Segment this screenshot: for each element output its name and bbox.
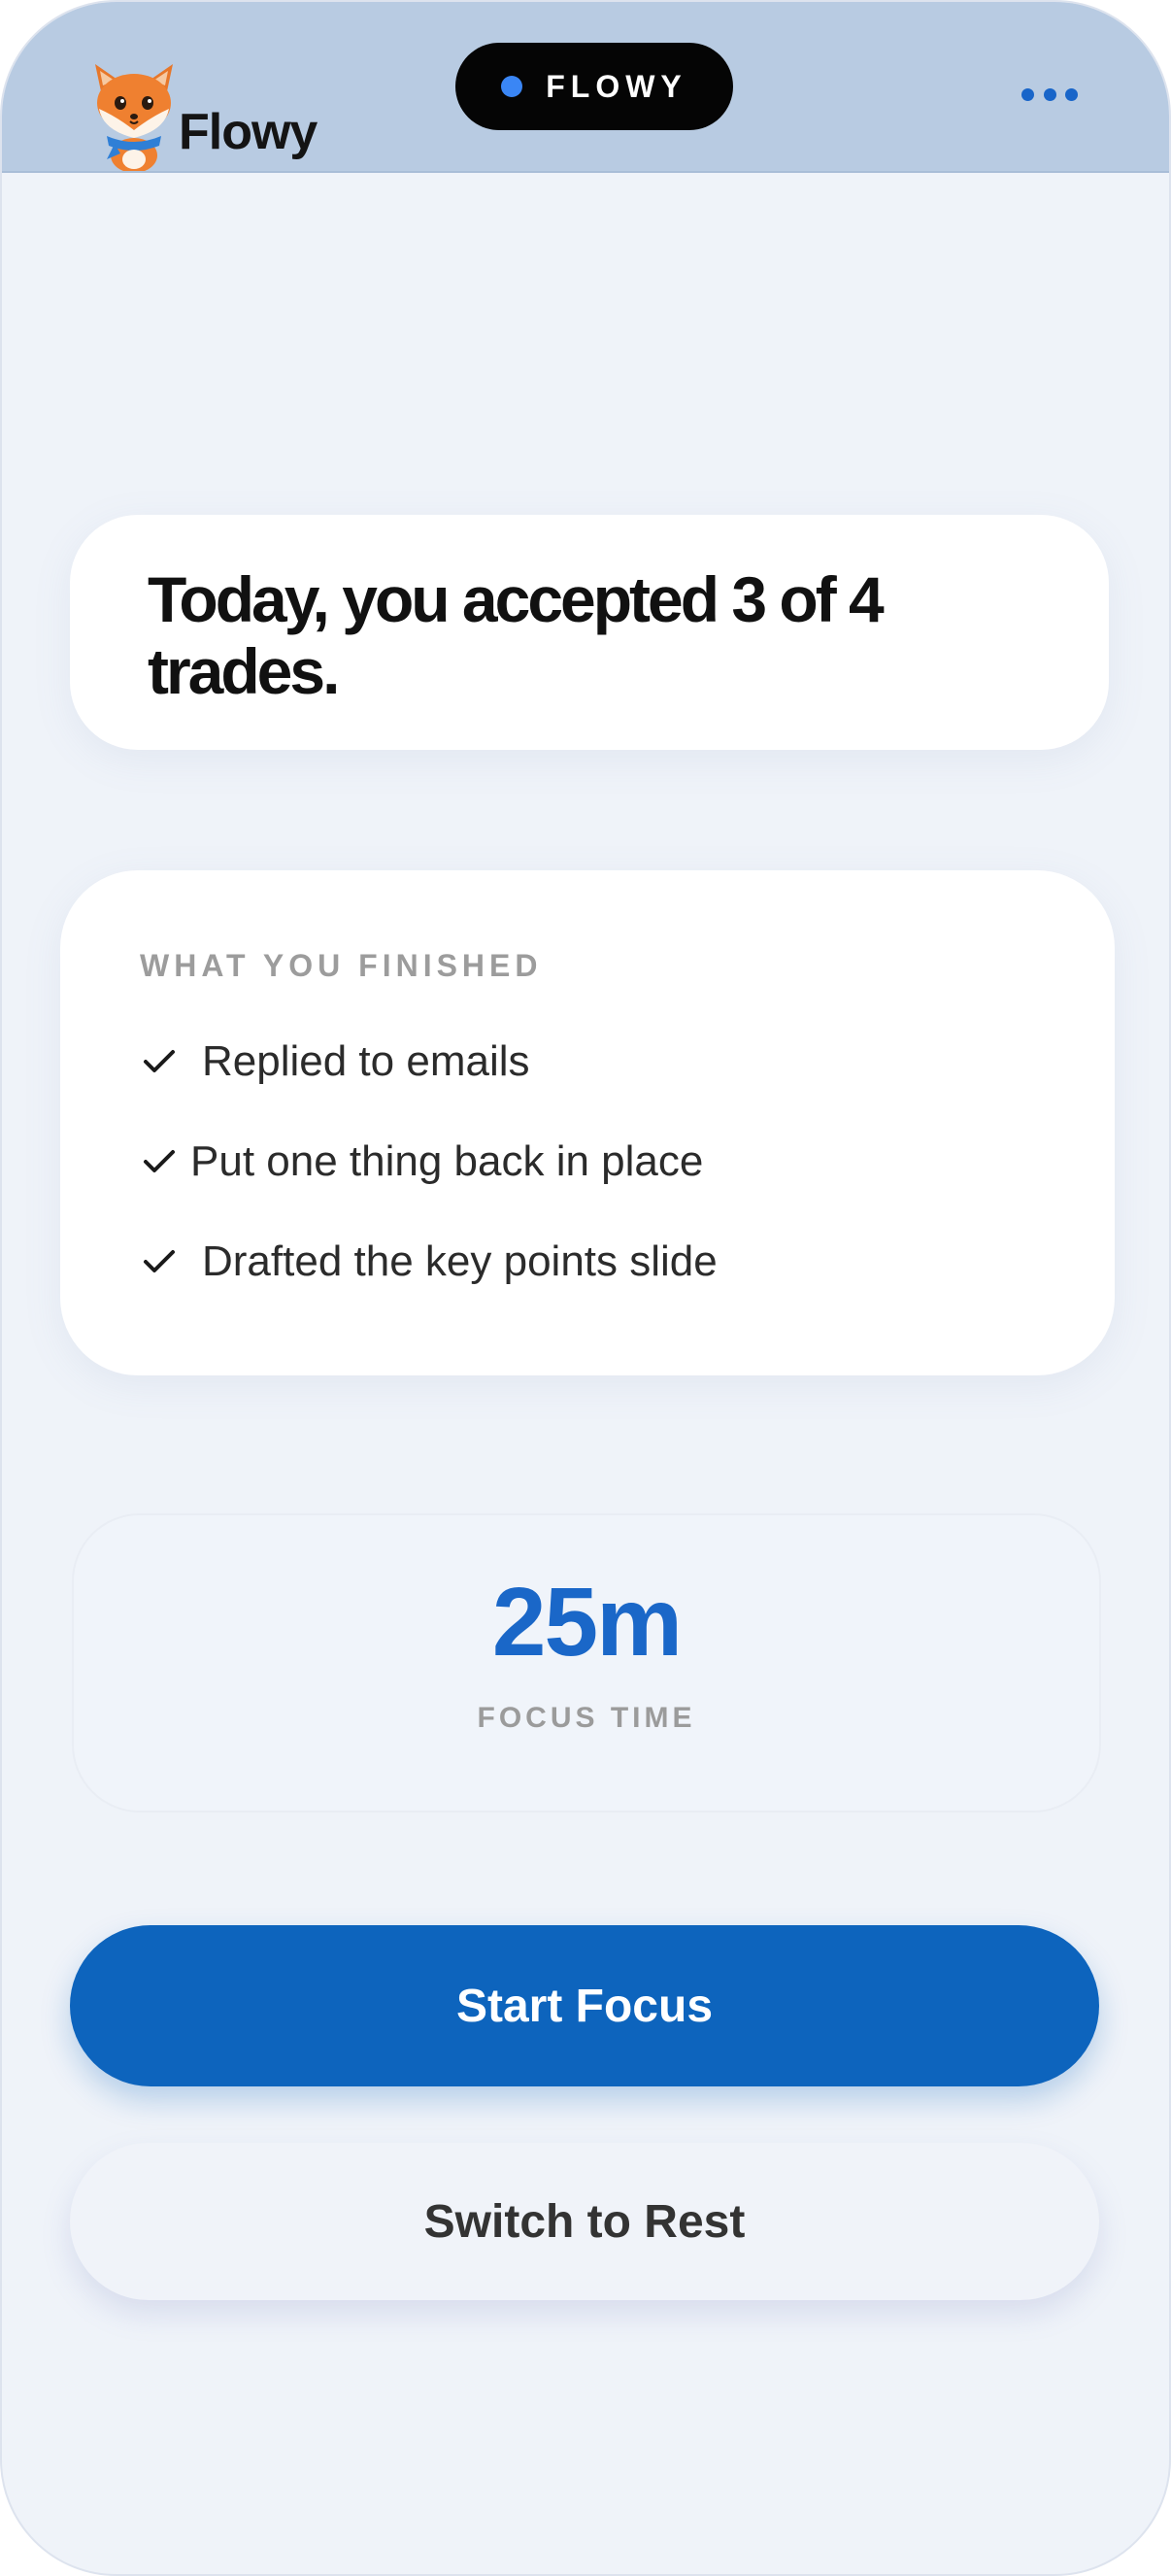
list-item-label: Replied to emails <box>202 1037 530 1085</box>
focus-time-card: 25m FOCUS TIME <box>72 1513 1101 1813</box>
list-item-label: Drafted the key points slide <box>202 1237 718 1285</box>
check-icon <box>144 1050 175 1072</box>
dynamic-island: FLOWY <box>455 43 733 130</box>
finished-card: WHAT YOU FINISHED Replied to emails Put … <box>60 870 1115 1375</box>
list-item: Replied to emails <box>142 1037 530 1086</box>
focus-time-label: FOCUS TIME <box>477 1702 696 1734</box>
dot <box>1043 87 1056 101</box>
fox-mascot-icon <box>95 64 173 171</box>
app-screen: Flowy FLOWY Today, you accepted 3 of 4 t… <box>0 0 1171 2576</box>
dot <box>1021 87 1034 101</box>
summary-text: Today, you accepted 3 of 4 trades. <box>148 563 885 707</box>
dot <box>1065 87 1078 101</box>
list-item: Drafted the key points slide <box>142 1237 718 1286</box>
more-dots-icon[interactable] <box>1021 80 1078 109</box>
island-label: FLOWY <box>546 68 687 104</box>
switch-to-rest-button[interactable]: Switch to Rest <box>70 2143 1099 2300</box>
list-item-label: Put one thing back in place <box>190 1137 704 1185</box>
start-focus-button[interactable]: Start Focus <box>70 1925 1099 2086</box>
summary-card: Today, you accepted 3 of 4 trades. <box>70 515 1109 750</box>
list-item: Put one thing back in place <box>142 1137 703 1186</box>
brand-name: Flowy <box>179 104 318 160</box>
status-dot <box>501 76 523 97</box>
check-icon <box>144 1250 175 1272</box>
focus-time-value: 25m <box>491 1568 683 1677</box>
app-header: Flowy FLOWY <box>2 2 1169 173</box>
finished-title: WHAT YOU FINISHED <box>140 948 543 983</box>
check-icon <box>144 1150 175 1172</box>
